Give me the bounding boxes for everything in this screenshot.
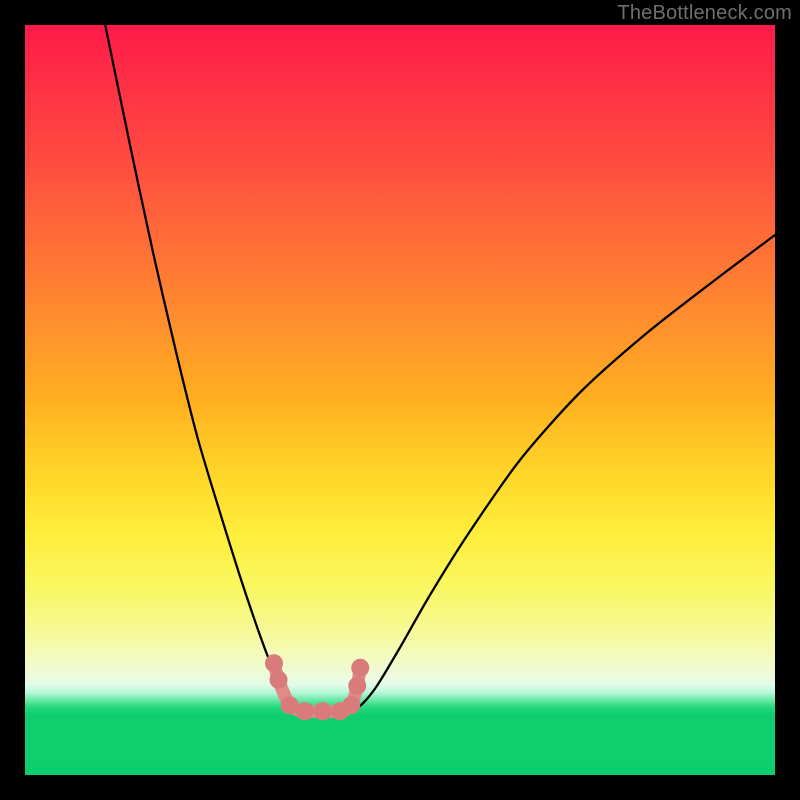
valley-marker bbox=[351, 659, 369, 677]
watermark-label: TheBottleneck.com bbox=[617, 2, 792, 25]
left-branch-curve bbox=[105, 25, 314, 711]
valley-marker-group bbox=[265, 654, 369, 720]
valley-marker bbox=[270, 671, 288, 689]
right-branch-curve bbox=[351, 235, 775, 711]
valley-marker bbox=[296, 702, 314, 720]
valley-marker bbox=[342, 696, 360, 714]
valley-marker bbox=[314, 702, 332, 720]
plot-area bbox=[25, 25, 775, 775]
curve-layer bbox=[25, 25, 775, 775]
outer-frame: TheBottleneck.com bbox=[0, 0, 800, 800]
valley-marker bbox=[265, 654, 283, 672]
valley-marker bbox=[348, 677, 366, 695]
